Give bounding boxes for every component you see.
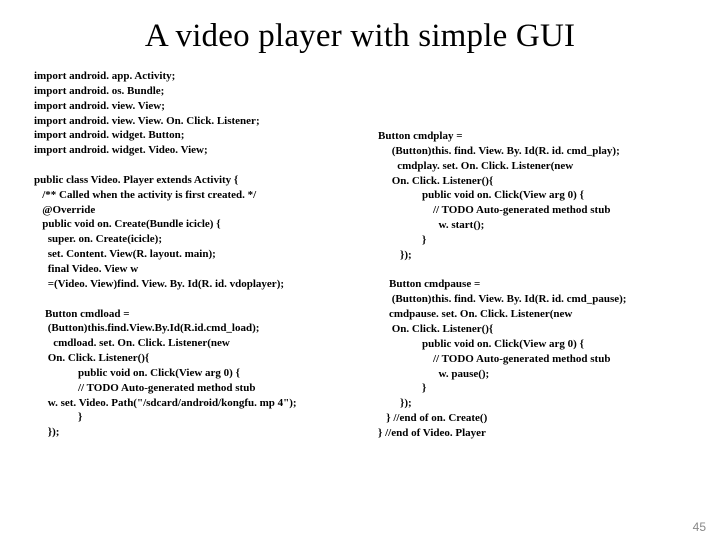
slide: A video player with simple GUI import an…	[0, 0, 720, 540]
code-block-left: import android. app. Activity; import an…	[34, 69, 354, 441]
page-number: 45	[693, 520, 706, 534]
page-title: A video player with simple GUI	[34, 18, 686, 55]
code-columns: import android. app. Activity; import an…	[34, 69, 686, 441]
code-block-right: Button cmdplay = (Button)this. find. Vie…	[378, 69, 686, 441]
